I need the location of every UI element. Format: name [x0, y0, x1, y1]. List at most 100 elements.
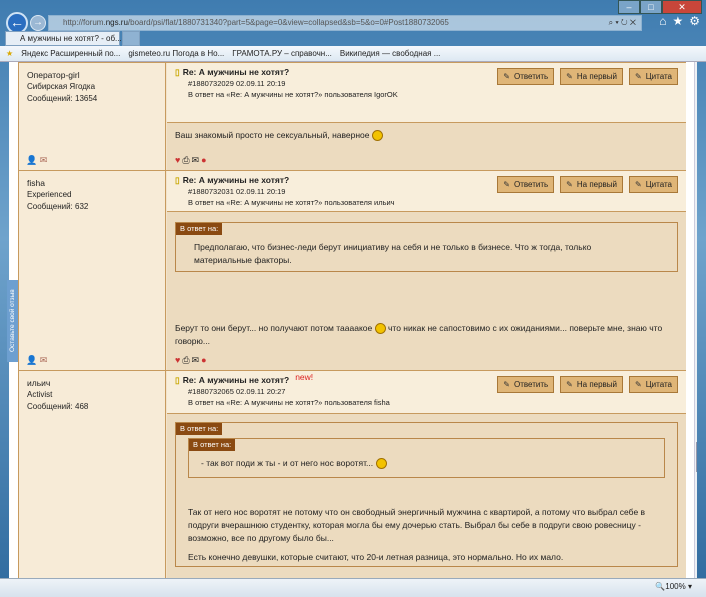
status-bar: 🔍100% ▾ — [0, 578, 706, 597]
quote-button[interactable]: ✎ Цитата — [629, 68, 678, 85]
smiley-icon — [375, 458, 387, 470]
author-name[interactable]: fisha — [27, 177, 157, 189]
forward-button[interactable]: → — [30, 15, 46, 31]
report-icon[interactable]: ● — [201, 354, 206, 367]
window-controls: – □ ✕ — [618, 0, 702, 14]
zoom-level[interactable]: 🔍100% ▾ — [655, 582, 692, 591]
quote-text-continued: Есть конечно девушки, которые считают, ч… — [188, 552, 564, 562]
nested-quote-text: - так вот поди ж ты - и от него нос воро… — [201, 458, 374, 468]
reply-label: Ответить — [513, 180, 549, 189]
search-refresh-stop-icons[interactable]: ⌕ ▾ ↻ ✕ — [609, 16, 636, 30]
quote-icon: ✎ — [635, 380, 642, 389]
add-friend-icon[interactable]: 👤 — [26, 155, 37, 165]
to-first-label: На первый — [576, 380, 618, 389]
quote-block: В ответ на: Предполагаю, что бизнес-леди… — [175, 222, 678, 272]
reply-label: Ответить — [513, 72, 549, 81]
post-author: fisha Experienced Сообщений: 632 👤 ✉ — [19, 171, 166, 370]
forum-thread: Оператор-girl Сибирская Ягодка Сообщений… — [18, 62, 686, 578]
edit-icon: ✎ — [566, 380, 573, 389]
post-body: В ответ на: Предполагаю, что бизнес-леди… — [167, 212, 686, 371]
favorite-link[interactable]: Яндекс Расширенный по... — [21, 49, 120, 58]
favorite-link[interactable]: ГРАМОТА.РУ – справочн... — [232, 49, 332, 58]
vertical-scrollbar[interactable] — [694, 62, 697, 578]
post-text: Берут то они берут... но получают потом … — [175, 323, 373, 333]
quote-button[interactable]: ✎ Цитата — [629, 176, 678, 193]
post-reply-to: В ответ на «Re: А мужчины не хотят?» пол… — [188, 398, 390, 407]
smiley-icon — [374, 323, 386, 335]
post-header: ▯ Re: А мужчины не хотят? #1880732031 02.… — [167, 171, 686, 212]
edit-icon: ✎ — [503, 180, 510, 189]
browser-tab[interactable]: А мужчины не хотят? - об... × — [5, 31, 129, 46]
reply-button[interactable]: ✎ Ответить — [497, 68, 555, 85]
edit-icon: ✎ — [503, 380, 510, 389]
reply-button[interactable]: ✎ Ответить — [497, 376, 555, 393]
report-icon[interactable]: ● — [201, 154, 206, 167]
to-first-label: На первый — [576, 72, 618, 81]
forum-post: ильич Activist Сообщений: 468 ▯ Re: А муж… — [19, 370, 686, 578]
author-post-count: Сообщений: 632 — [27, 202, 89, 211]
forum-post: Оператор-girl Сибирская Ягодка Сообщений… — [19, 62, 686, 171]
email-icon[interactable]: ✉ — [192, 154, 200, 167]
quote-block: В ответ на: В ответ на: - так вот поди ж… — [175, 422, 678, 567]
feedback-tab[interactable]: Оставьте свой отзыв — [7, 280, 18, 362]
scrollbar-thumb[interactable] — [696, 442, 697, 472]
print-icon[interactable]: ⎙ — [182, 154, 189, 167]
zoom-value: 100% — [665, 582, 686, 591]
gear-icon[interactable]: ⚙ — [689, 14, 700, 28]
reply-label: Ответить — [513, 380, 549, 389]
home-icon[interactable]: ⌂ — [659, 14, 666, 28]
edit-icon: ✎ — [566, 180, 573, 189]
to-first-button[interactable]: ✎ На первый — [560, 376, 624, 393]
favorite-link[interactable]: gismeteo.ru Погода в Но... — [128, 49, 224, 58]
author-rank: Сибирская Ягодка — [27, 82, 96, 91]
author-rank: Experienced — [27, 190, 72, 199]
reply-button[interactable]: ✎ Ответить — [497, 176, 555, 193]
author-rank: Activist — [27, 390, 53, 399]
close-button[interactable]: ✕ — [662, 0, 702, 14]
author-name[interactable]: ильич — [27, 377, 157, 389]
to-first-button[interactable]: ✎ На первый — [560, 68, 624, 85]
post-author: ильич Activist Сообщений: 468 — [19, 371, 166, 578]
author-post-count: Сообщений: 13654 — [27, 94, 98, 103]
quote-button[interactable]: ✎ Цитата — [629, 376, 678, 393]
new-tab-button[interactable] — [122, 31, 140, 46]
maximize-button[interactable]: □ — [640, 0, 662, 14]
quote-label: В ответ на: — [176, 423, 223, 435]
to-first-button[interactable]: ✎ На первый — [560, 176, 624, 193]
post-body: Ваш знакомый просто не сексуальный, наве… — [167, 123, 686, 171]
quote-icon: ✎ — [635, 180, 642, 189]
post-title[interactable]: Re: А мужчины не хотят? — [183, 375, 290, 385]
post-body: В ответ на: В ответ на: - так вот поди ж… — [167, 414, 686, 578]
toolbar-icons: ⌂ ★ ⚙ — [659, 14, 700, 28]
quote-label: Цитата — [645, 72, 672, 81]
nested-quote-label: В ответ на: — [189, 439, 236, 451]
like-icon[interactable]: ♥ — [175, 354, 180, 367]
add-friend-icon[interactable]: 👤 — [26, 355, 37, 365]
post-reply-to: В ответ на «Re: А мужчины не хотят?» пол… — [188, 198, 395, 207]
post-author: Оператор-girl Сибирская Ягодка Сообщений… — [19, 63, 166, 170]
favorites-add-icon[interactable]: ★ — [6, 49, 13, 58]
favorites-star-icon[interactable]: ★ — [672, 14, 683, 28]
message-icon[interactable]: ✉ — [40, 355, 48, 365]
quote-label: В ответ на: — [176, 223, 223, 235]
new-badge: new! — [295, 372, 314, 382]
like-icon[interactable]: ♥ — [175, 154, 180, 167]
quote-icon: ✎ — [635, 72, 642, 81]
post-title[interactable]: Re: А мужчины не хотят? — [183, 67, 290, 77]
favorite-link[interactable]: Википедия — свободная ... — [340, 49, 441, 58]
email-icon[interactable]: ✉ — [192, 354, 200, 367]
address-bar[interactable]: http://forum.ngs.ru/board/psi/flat/18807… — [48, 15, 642, 31]
author-post-count: Сообщений: 468 — [27, 402, 89, 411]
forum-post: fisha Experienced Сообщений: 632 👤 ✉ ▯ Re… — [19, 170, 686, 371]
minimize-button[interactable]: – — [618, 0, 640, 14]
edit-icon: ✎ — [503, 72, 510, 81]
url-rest: /board/psi/flat/1880731340?part=5&page=0… — [127, 18, 449, 27]
message-icon[interactable]: ✉ — [40, 155, 48, 165]
author-name[interactable]: Оператор-girl — [27, 69, 157, 81]
url-host: ngs.ru — [105, 18, 128, 27]
smiley-icon — [371, 130, 383, 142]
post-title[interactable]: Re: А мужчины не хотят? — [183, 175, 290, 185]
book-icon: ▯ — [175, 375, 180, 385]
print-icon[interactable]: ⎙ — [182, 354, 189, 367]
post-header: ▯ Re: А мужчины не хотят? #1880732029 02.… — [167, 63, 686, 123]
